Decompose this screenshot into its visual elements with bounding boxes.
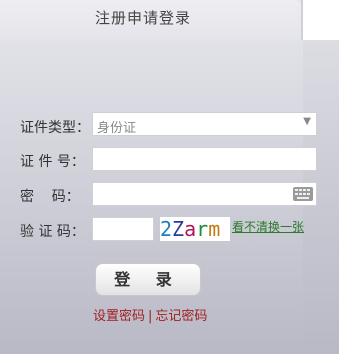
id-number-label: 证 件 号： xyxy=(20,154,85,170)
id-type-select[interactable]: 身份证 ▼ xyxy=(92,112,317,136)
footer-links: 设置密码 | 忘记密码 xyxy=(93,305,207,324)
captcha-char: r xyxy=(196,217,209,241)
chevron-down-icon: ▼ xyxy=(303,116,311,127)
login-button[interactable]: 登 录 xyxy=(95,263,201,296)
password-input[interactable] xyxy=(92,182,317,206)
id-type-value: 身份证 xyxy=(97,121,137,136)
captcha-char: m xyxy=(208,217,221,241)
set-password-link[interactable]: 设置密码 xyxy=(93,309,145,324)
captcha-image[interactable]: 2Zarm xyxy=(160,217,230,241)
captcha-label: 验 证 码： xyxy=(20,224,85,240)
forgot-password-link[interactable]: 忘记密码 xyxy=(155,309,207,324)
tab-divider xyxy=(301,0,303,40)
captcha-input[interactable] xyxy=(92,217,154,241)
id-number-input[interactable] xyxy=(92,147,317,171)
tab-register-login[interactable]: 注册申请登录 xyxy=(0,0,303,40)
tab-title: 注册申请登录 xyxy=(95,9,192,27)
login-panel: 注册申请登录 证件类型： 身份证 ▼ 证 件 号： 密 码： 验 证 码： 2Z… xyxy=(0,0,339,354)
captcha-char: a xyxy=(184,217,197,241)
link-separator: | xyxy=(148,309,153,324)
password-label: 密 码： xyxy=(20,189,80,205)
captcha-char: Z xyxy=(172,217,185,241)
panel-background xyxy=(0,0,303,354)
id-type-label: 证件类型： xyxy=(20,120,90,136)
refresh-captcha-link[interactable]: 看不清换一张 xyxy=(232,218,304,235)
captcha-char: 2 xyxy=(160,217,173,241)
keyboard-icon[interactable] xyxy=(293,187,313,201)
